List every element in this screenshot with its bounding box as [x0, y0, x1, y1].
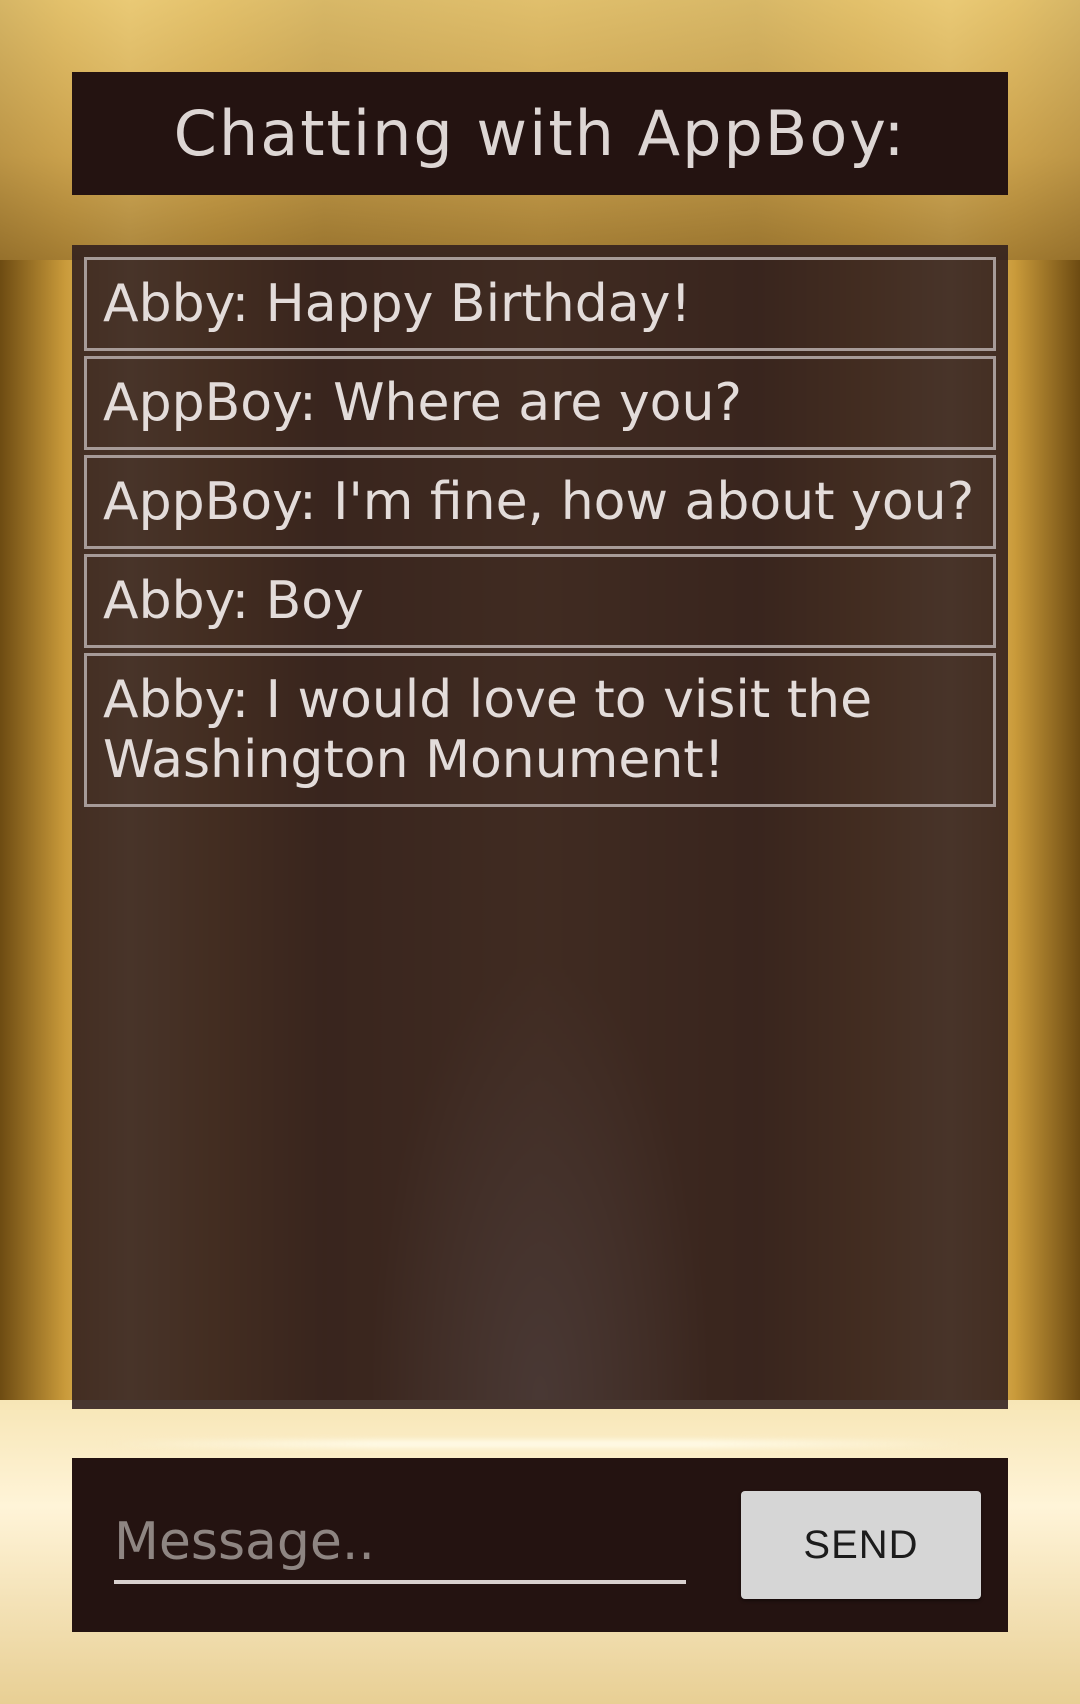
message-composer: SEND: [72, 1458, 1008, 1632]
message-item: AppBoy: I'm fine, how about you?: [84, 455, 996, 549]
message-item: Abby: Boy: [84, 554, 996, 648]
chat-title: Chatting with AppBoy:: [173, 97, 907, 170]
chat-header: Chatting with AppBoy:: [72, 72, 1008, 195]
message-input[interactable]: [114, 1504, 686, 1584]
message-item: AppBoy: Where are you?: [84, 356, 996, 450]
message-item: Abby: Happy Birthday!: [84, 257, 996, 351]
message-list: Abby: Happy Birthday! AppBoy: Where are …: [84, 257, 996, 812]
message-item: Abby: I would love to visit the Washingt…: [84, 653, 996, 807]
chat-history-panel[interactable]: Abby: Happy Birthday! AppBoy: Where are …: [72, 245, 1008, 1409]
send-button[interactable]: SEND: [741, 1491, 981, 1599]
